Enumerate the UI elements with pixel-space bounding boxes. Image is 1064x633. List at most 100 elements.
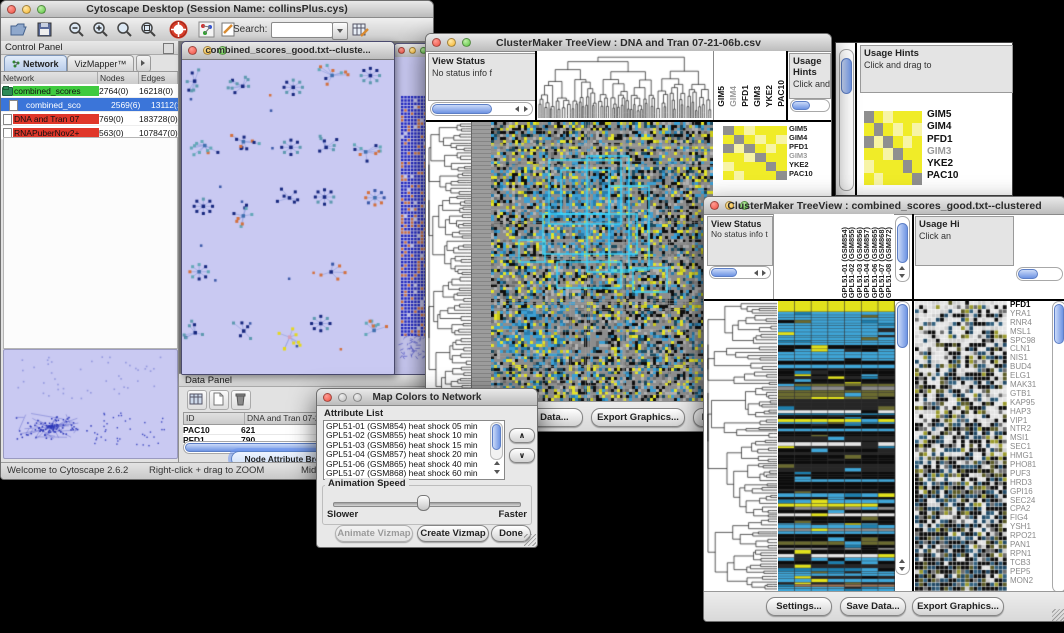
- scrollbar-thumb[interactable]: [792, 101, 810, 110]
- attribute-listbox[interactable]: GPL51-01 (GSM854) heat shock 05 min GPL51…: [323, 420, 505, 480]
- column-label[interactable]: PFD1: [740, 85, 750, 107]
- matrix-cell[interactable]: [744, 126, 755, 135]
- matrix-cell[interactable]: [766, 162, 777, 171]
- matrix-cell[interactable]: [883, 123, 893, 135]
- matrix-cell[interactable]: [723, 153, 734, 162]
- matrix-cell[interactable]: [734, 162, 745, 171]
- tab-vizmapper[interactable]: VizMapper™: [67, 55, 135, 71]
- scroll-right-icon[interactable]: [524, 106, 528, 112]
- attribute-item[interactable]: GPL51-04 (GSM857) heat shock 20 min: [326, 450, 491, 459]
- side-vscrollbar[interactable]: [839, 49, 854, 191]
- matrix-cell[interactable]: [864, 136, 874, 148]
- gene-vscrollbar[interactable]: [1052, 301, 1064, 593]
- column-label[interactable]: GIM5: [716, 86, 726, 107]
- matrix-cell[interactable]: [755, 171, 766, 180]
- attribute-item[interactable]: GPL51-03 (GSM856) heat shock 15 min: [326, 441, 491, 450]
- matrix-cell[interactable]: [883, 148, 893, 160]
- network-list-row[interactable]: DNA and Tran 07769(0)183728(0): [1, 112, 178, 126]
- matrix-cell[interactable]: [744, 144, 755, 153]
- matrix-cell[interactable]: [723, 171, 734, 180]
- matrix-cell[interactable]: [903, 123, 913, 135]
- scrollbar-thumb[interactable]: [1018, 269, 1038, 279]
- resize-grip[interactable]: [524, 534, 536, 546]
- network1-canvas[interactable]: [182, 59, 394, 374]
- matrix-cell[interactable]: [903, 148, 913, 160]
- scroll-down-icon[interactable]: [899, 274, 905, 278]
- row-label[interactable]: YKE2: [789, 160, 831, 169]
- search-input[interactable]: [271, 22, 333, 38]
- hints-scrollbar[interactable]: [790, 99, 830, 112]
- open-file-icon[interactable]: [9, 20, 28, 39]
- attribute-item[interactable]: GPL51-07 (GSM868) heat shock 60 min: [326, 469, 491, 478]
- save-icon[interactable]: [35, 20, 54, 39]
- row-label[interactable]: GIM4: [789, 133, 831, 142]
- matrix-cell[interactable]: [734, 126, 745, 135]
- similarity-matrix[interactable]: [723, 126, 787, 180]
- dialog-titlebar[interactable]: Map Colors to Network: [317, 389, 537, 406]
- scroll-down-icon[interactable]: [899, 567, 905, 571]
- matrix-cell[interactable]: [874, 173, 884, 185]
- list-vscrollbar[interactable]: [490, 422, 503, 460]
- matrix-cell[interactable]: [755, 162, 766, 171]
- tab-network[interactable]: Network: [4, 55, 67, 71]
- matrix-cell[interactable]: [766, 153, 777, 162]
- network1-titlebar[interactable]: combined_scores_good.txt--cluste...: [182, 42, 394, 60]
- matrix-cell[interactable]: [903, 136, 913, 148]
- scroll-left-icon[interactable]: [754, 270, 758, 276]
- row-label[interactable]: GIM3: [789, 151, 831, 160]
- matrix-cell[interactable]: [893, 148, 903, 160]
- matrix-cell[interactable]: [734, 171, 745, 180]
- scroll-up-icon[interactable]: [899, 559, 905, 563]
- matrix-cell[interactable]: [883, 160, 893, 172]
- column-dendrogram[interactable]: [537, 51, 713, 118]
- matrix-cell[interactable]: [874, 136, 884, 148]
- matrix-cell[interactable]: [864, 111, 874, 123]
- delete-attribute-icon[interactable]: [231, 390, 251, 410]
- attribute-item[interactable]: GPL51-01 (GSM854) heat shock 05 min: [326, 422, 491, 431]
- row-label[interactable]: GIM5: [927, 109, 1007, 121]
- matrix-cell[interactable]: [903, 173, 913, 185]
- matrix-cell[interactable]: [734, 153, 745, 162]
- treeview2-titlebar[interactable]: ClusterMaker TreeView : combined_scores_…: [704, 197, 1064, 215]
- export-graphics-button[interactable]: Export Graphics...: [591, 408, 685, 427]
- zoom-heatmap[interactable]: [915, 301, 1007, 591]
- gene-label[interactable]: MON2: [1010, 577, 1050, 586]
- matrix-cell[interactable]: [755, 153, 766, 162]
- row-label[interactable]: GIM5: [789, 124, 831, 133]
- scrollbar-thumb[interactable]: [841, 58, 852, 94]
- scroll-up-icon[interactable]: [494, 461, 500, 465]
- create-vizmap-button[interactable]: Create Vizmap: [417, 525, 489, 542]
- matrix-cell[interactable]: [912, 148, 922, 160]
- col-network[interactable]: Network: [1, 72, 98, 84]
- matrix-cell[interactable]: [776, 126, 787, 135]
- column-label[interactable]: GPL51-08 (GSM872): [884, 227, 893, 298]
- network-overview-minimap[interactable]: [3, 349, 178, 459]
- float-icon[interactable]: [163, 43, 174, 54]
- matrix-cell[interactable]: [893, 111, 903, 123]
- matrix-cell[interactable]: [912, 160, 922, 172]
- scrollbar-thumb[interactable]: [897, 223, 908, 263]
- close-icon[interactable]: [398, 47, 405, 54]
- scroll-up-icon[interactable]: [899, 266, 905, 270]
- scrollbar-thumb[interactable]: [897, 304, 908, 348]
- move-up-button[interactable]: ∧: [509, 428, 535, 443]
- matrix-cell[interactable]: [864, 160, 874, 172]
- zoom-actual-icon[interactable]: [115, 20, 134, 39]
- column-label[interactable]: YKE2: [764, 85, 774, 107]
- matrix-cell[interactable]: [776, 135, 787, 144]
- row-label[interactable]: YKE2: [927, 158, 1007, 170]
- matrix-cell[interactable]: [893, 173, 903, 185]
- matrix-cell[interactable]: [766, 144, 777, 153]
- matrix-cell[interactable]: [912, 136, 922, 148]
- status-scrollbar[interactable]: [709, 266, 771, 279]
- row-label[interactable]: PFD1: [789, 142, 831, 151]
- matrix-cell[interactable]: [776, 144, 787, 153]
- matrix-cell[interactable]: [766, 126, 777, 135]
- scroll-down-icon[interactable]: [494, 470, 500, 474]
- row-dendrogram[interactable]: [707, 301, 777, 591]
- row-label[interactable]: PFD1: [927, 134, 1007, 146]
- row-label[interactable]: GIM3: [927, 146, 1007, 158]
- matrix-cell[interactable]: [776, 171, 787, 180]
- matrix-cell[interactable]: [893, 123, 903, 135]
- matrix-cell[interactable]: [723, 126, 734, 135]
